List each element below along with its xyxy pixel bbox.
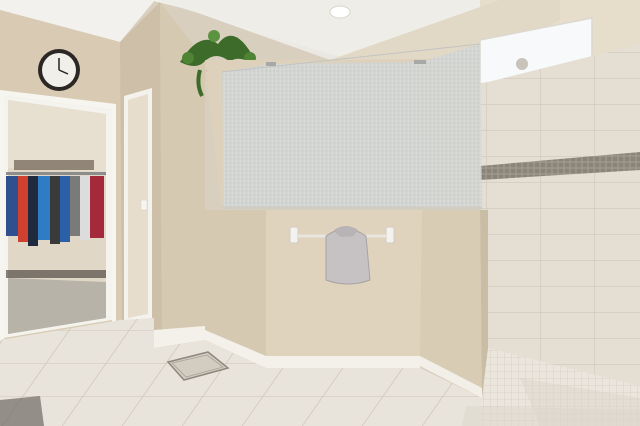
bathroom-photo	[0, 0, 640, 426]
wall-clock-icon	[38, 49, 80, 91]
ceiling-light-icon	[329, 5, 351, 19]
side-doorway	[124, 88, 152, 322]
shower-tile-wall	[480, 44, 640, 388]
towel	[325, 226, 371, 285]
glass-partition	[221, 43, 482, 210]
